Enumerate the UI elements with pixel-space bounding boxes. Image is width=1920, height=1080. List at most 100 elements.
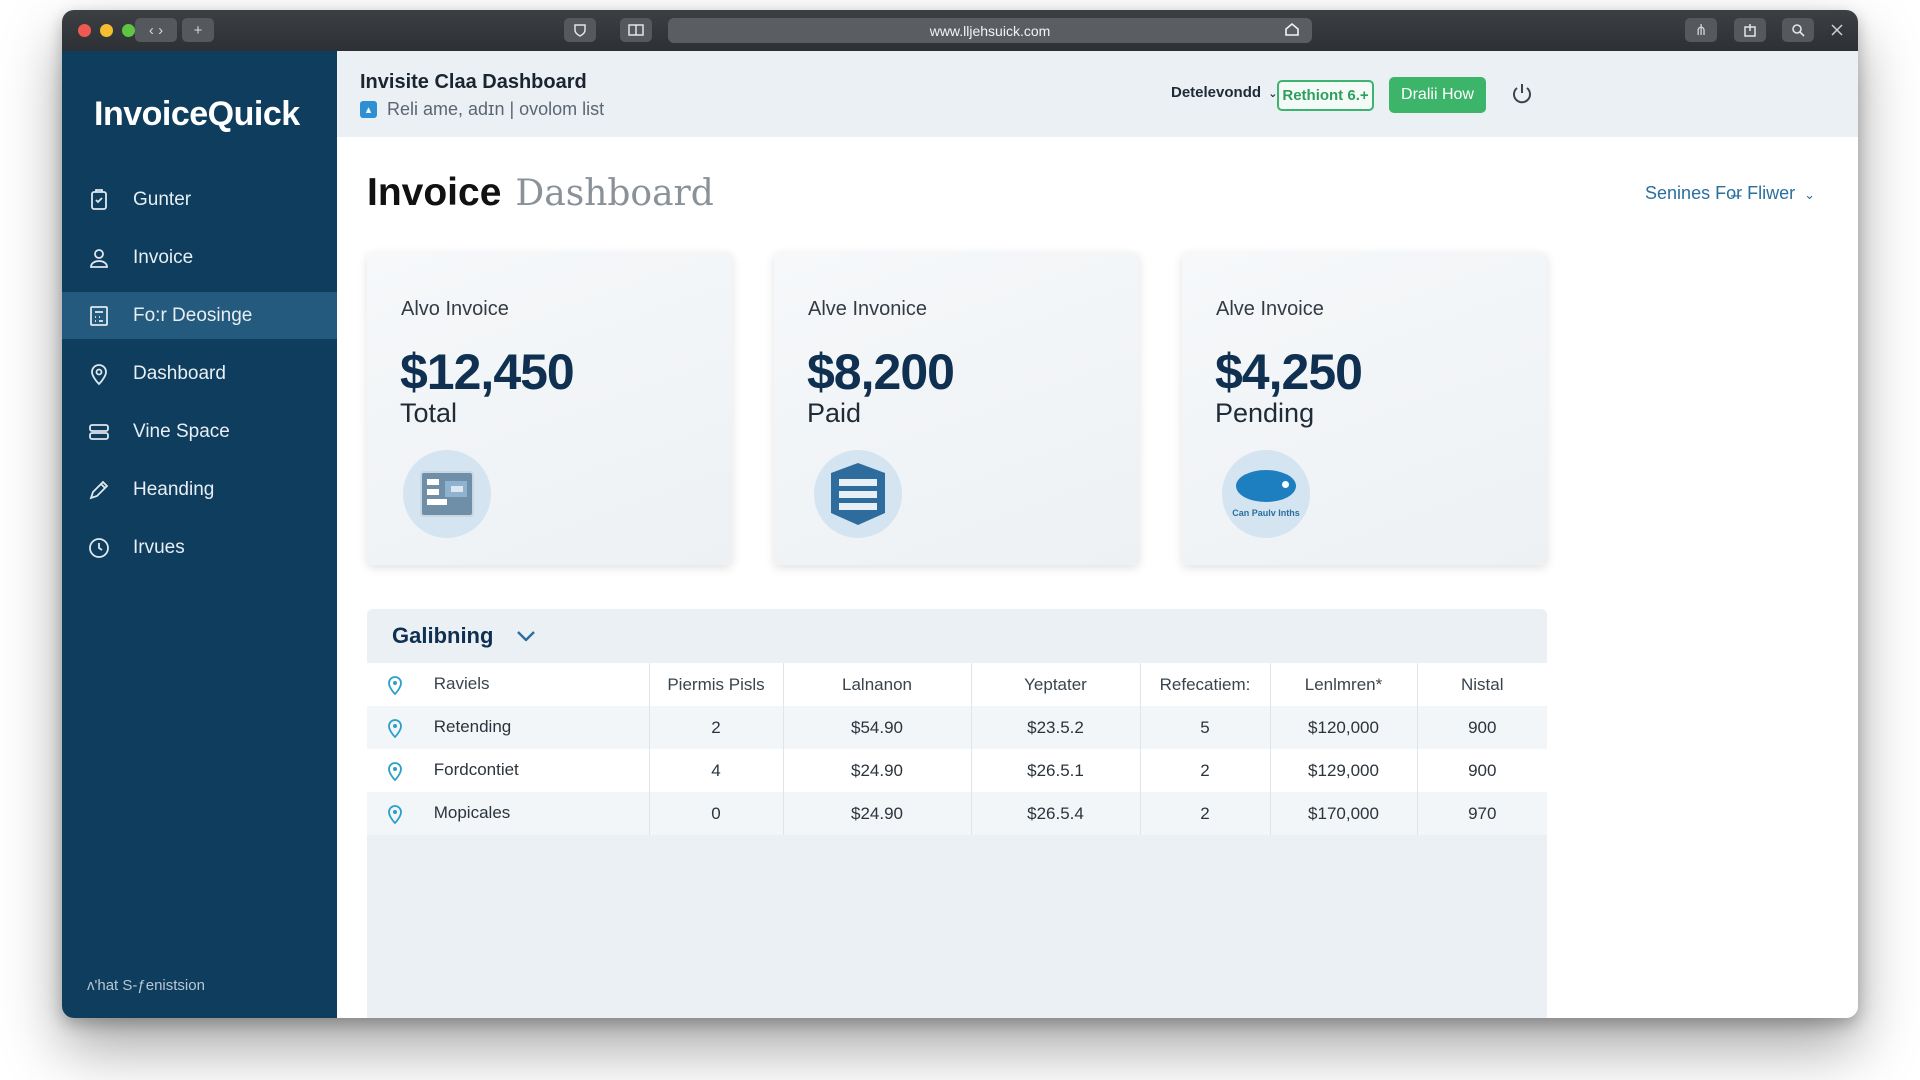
card-sub: Pending <box>1215 398 1315 428</box>
table-cell: $170,000 <box>1270 792 1418 835</box>
sidebar-item-label: Heanding <box>133 478 215 500</box>
table-cell: Retending <box>367 706 650 749</box>
window-controls <box>78 24 135 37</box>
column-header[interactable]: Nistal <box>1417 663 1547 706</box>
table-row[interactable]: Fordcontiet 4 $24.90 $26.5.1 2 $129,000 … <box>367 749 1547 792</box>
table-cell: $26.5.4 <box>971 792 1141 835</box>
card-value: $4,250 <box>1215 344 1363 400</box>
user-icon <box>90 248 108 268</box>
primary-action-button[interactable]: Dralii How <box>1389 77 1486 113</box>
sidebar-item-label: Vine Space <box>133 420 230 442</box>
browser-titlebar: ‹ › + www.lljehsuick.com ⋔ <box>62 10 1858 51</box>
column-header[interactable]: Piermis Pisls <box>649 663 784 706</box>
location-pin-icon <box>91 363 107 385</box>
filter-label: Senines Fo̶r Fliwer <box>1645 183 1796 203</box>
reader-button[interactable] <box>620 18 652 42</box>
table-cell: 900 <box>1417 706 1547 749</box>
stacked-documents-icon <box>814 450 902 538</box>
clipboard-icon <box>91 188 107 210</box>
sidebar-item-invoice[interactable]: Invoice <box>62 234 337 281</box>
sidebar-item-label: Fo:r Deosinge <box>133 304 253 326</box>
sidebar-item-vine-space[interactable]: Vine Space <box>62 408 337 455</box>
table-row[interactable]: Mopicales 0 $24.90 $26.5.4 2 $170,000 97… <box>367 792 1547 835</box>
pencil-icon <box>89 480 109 499</box>
chevron-down-icon[interactable] <box>515 628 537 644</box>
sidebar-item-irvues[interactable]: Irvues <box>62 524 337 571</box>
table-cell: 4 <box>649 749 784 792</box>
share-button[interactable] <box>1734 18 1766 42</box>
table-cell: 970 <box>1417 792 1547 835</box>
home-icon[interactable] <box>1284 21 1300 37</box>
column-header[interactable]: Lenlmren* <box>1270 663 1418 706</box>
filter-dropdown[interactable]: Senines Fo̶r Fliwer ⌄ <box>1645 183 1815 204</box>
sidebar-nav: Gunter Invoice Fo:r Deosinge Dashboard V… <box>62 176 337 582</box>
sidebar-item-deosinge[interactable]: Fo:r Deosinge <box>62 292 337 339</box>
minimize-window-button[interactable] <box>100 24 113 37</box>
app-logo[interactable]: InvoiceQuick <box>94 95 300 134</box>
maximize-window-button[interactable] <box>122 24 135 37</box>
sidebar-item-dashboard[interactable]: Dashboard <box>62 350 337 397</box>
extension-button[interactable]: ⋔ <box>1685 18 1717 42</box>
message-bubble-icon: Can Paulv Inths <box>1222 450 1310 538</box>
sidebar-item-label: Invoice <box>133 246 194 268</box>
outline-action-button[interactable]: Rethiont 6.+ <box>1277 80 1374 111</box>
power-icon[interactable] <box>1509 81 1535 107</box>
table-cell: $129,000 <box>1270 749 1418 792</box>
card-sub: Total <box>400 398 458 428</box>
address-bar[interactable]: www.lljehsuick.com <box>668 18 1312 43</box>
column-header[interactable]: Yeptater <box>971 663 1141 706</box>
card-value: $8,200 <box>807 344 955 400</box>
card-label: Alvo Invoice <box>401 298 509 320</box>
table-cell: $23.5.2 <box>971 706 1141 749</box>
table-cell: Mopicales <box>367 792 650 835</box>
reader-icon <box>628 24 644 36</box>
close-window-button[interactable] <box>78 24 91 37</box>
table-title: Galibning <box>392 623 494 648</box>
table-cell: 5 <box>1140 706 1271 749</box>
url-text: www.lljehsuick.com <box>929 22 1051 39</box>
column-header[interactable]: Lalnanon <box>783 663 972 706</box>
sidebar-item-heanding[interactable]: Heanding <box>62 466 337 513</box>
new-tab-button[interactable]: + <box>182 18 214 42</box>
table-cell: $54.90 <box>783 706 972 749</box>
header-dropdown[interactable]: Detelevondd ⌄ <box>1171 84 1277 101</box>
invoice-table: Raviels Piermis Pisls Lalnanon Yeptater … <box>367 663 1547 835</box>
table-cell: $24.90 <box>783 749 972 792</box>
location-pin-icon <box>388 761 402 781</box>
table-cell: Fordcontiet <box>367 749 650 792</box>
top-header: Invisite Claa Dashboard ▴ Reli ame, adɪn… <box>337 51 1858 137</box>
main-content: Invoice Dashboard Senines Fo̶r Fliwer ⌄ A… <box>337 137 1858 1018</box>
stat-card-paid[interactable]: Alve Invonice $8,200 Paid <box>774 252 1139 565</box>
sidebar-footer[interactable]: ʌ'hat S-ƒenistsion <box>87 977 205 994</box>
shield-button[interactable] <box>564 18 596 42</box>
close-icon[interactable] <box>1830 23 1844 37</box>
stat-card-pending[interactable]: Alve Invoice $4,250 Pending Can Paulv In… <box>1182 252 1547 565</box>
card-label: Alve Invonice <box>808 298 927 320</box>
info-chip-icon: ▴ <box>360 101 377 118</box>
calculator-icon <box>90 305 108 326</box>
search-button[interactable] <box>1782 18 1814 42</box>
invoice-document-icon <box>403 450 491 538</box>
table-cell: $26.5.1 <box>971 749 1141 792</box>
puzzle-icon: ⋔ <box>1694 22 1708 39</box>
table-row[interactable]: Retending 2 $54.90 $23.5.2 5 $120,000 90… <box>367 706 1547 749</box>
table-cell: 2 <box>1140 792 1271 835</box>
location-pin-icon <box>388 804 402 824</box>
header-dropdown-label: Detelevondd <box>1171 84 1262 101</box>
sidebar-item-label: Irvues <box>133 536 185 558</box>
data-table-panel: Galibning Raviels Piermis Pisls Lalnanon… <box>367 609 1547 1018</box>
table-cell: 2 <box>649 706 784 749</box>
page-title-bold: Invoice <box>367 171 502 214</box>
table-cell: $120,000 <box>1270 706 1418 749</box>
sidebar-item-gunter[interactable]: Gunter <box>62 176 337 223</box>
chevron-down-icon: ⌄ <box>1804 187 1815 202</box>
clock-icon <box>89 537 109 558</box>
back-forward-button[interactable]: ‹ › <box>135 18 177 42</box>
card-sub: Paid <box>807 398 862 428</box>
column-header[interactable]: Refecatiem: <box>1140 663 1271 706</box>
column-header[interactable]: Raviels <box>367 663 650 706</box>
sidebar-item-label: Dashboard <box>133 362 226 384</box>
stat-card-total[interactable]: Alvo Invoice $12,450 Total <box>367 252 732 565</box>
share-icon <box>1744 24 1756 37</box>
icon-caption: Can Paulv Inths <box>1232 508 1300 518</box>
